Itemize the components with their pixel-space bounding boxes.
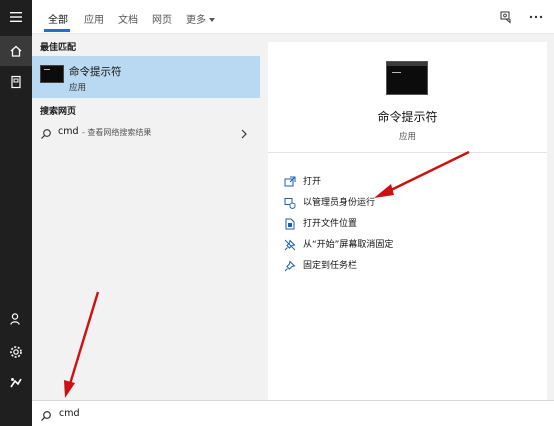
- action-label: 打开: [303, 177, 322, 187]
- tab-apps[interactable]: 应用: [84, 11, 104, 26]
- chevron-right-icon[interactable]: [240, 125, 248, 144]
- action-label: 从“开始”屏幕取消固定: [303, 240, 394, 250]
- chevron-down-icon: [209, 18, 215, 22]
- tab-documents[interactable]: 文档: [118, 11, 138, 26]
- settings-icon[interactable]: [0, 337, 32, 367]
- web-search-item[interactable]: cmd - 查看网络搜索结果: [32, 122, 260, 142]
- pin-taskbar-icon: [284, 257, 296, 276]
- best-match-title: 命令提示符: [69, 66, 122, 78]
- tab-more-label: 更多: [186, 15, 206, 26]
- action-label: 固定到任务栏: [303, 261, 358, 271]
- best-match-subtitle: 应用: [69, 83, 87, 93]
- tab-more[interactable]: 更多: [186, 11, 215, 26]
- more-options-icon[interactable]: [528, 9, 544, 25]
- web-search-heading: 搜索网页: [40, 107, 77, 117]
- file-location-icon: [284, 215, 296, 234]
- detail-title: 命令提示符: [377, 110, 438, 124]
- tab-web[interactable]: 网页: [152, 11, 172, 26]
- action-run-as-admin[interactable]: 以管理员身份运行: [284, 193, 484, 209]
- feedback-icon[interactable]: [498, 9, 514, 25]
- action-label: 以管理员身份运行: [303, 198, 376, 208]
- photos-icon[interactable]: [0, 368, 32, 398]
- web-search-hint: - 查看网络搜索结果: [82, 128, 152, 137]
- search-tabs-bar: 全部 应用 文档 网页 更多: [32, 0, 554, 34]
- active-tab-indicator: [44, 29, 70, 32]
- best-match-item[interactable]: 命令提示符 应用: [32, 56, 260, 98]
- run-as-admin-icon: [284, 194, 296, 213]
- home-icon[interactable]: [0, 36, 32, 66]
- left-rail: [0, 0, 32, 426]
- results-list: 最佳匹配 命令提示符 应用 搜索网页 cmd - 查看网络搜索结果: [32, 34, 260, 400]
- search-input[interactable]: cmd: [59, 408, 80, 419]
- web-search-term: cmd: [58, 126, 79, 137]
- action-pin-taskbar[interactable]: 固定到任务栏: [284, 256, 484, 272]
- detail-pane: 命令提示符 应用 打开 以管理员身份运行 打开文件位置 从“开始”屏幕取消固定 …: [268, 42, 547, 400]
- tab-all[interactable]: 全部: [48, 11, 68, 26]
- detail-subtitle: 应用: [398, 132, 416, 142]
- search-icon: [40, 125, 52, 144]
- command-prompt-icon: [40, 65, 64, 83]
- documents-icon[interactable]: [0, 67, 32, 97]
- action-unpin-start[interactable]: 从“开始”屏幕取消固定: [284, 235, 484, 251]
- open-icon: [284, 173, 296, 192]
- hamburger-icon[interactable]: [0, 2, 32, 32]
- command-prompt-large-icon: [386, 61, 428, 95]
- search-icon: [40, 407, 52, 426]
- action-label: 打开文件位置: [303, 219, 358, 229]
- action-open[interactable]: 打开: [284, 172, 484, 188]
- user-icon[interactable]: [0, 304, 32, 334]
- search-box[interactable]: cmd: [32, 400, 554, 426]
- unpin-icon: [284, 236, 296, 255]
- action-open-file-location[interactable]: 打开文件位置: [284, 214, 484, 230]
- best-match-heading: 最佳匹配: [40, 43, 77, 53]
- divider: [268, 152, 547, 153]
